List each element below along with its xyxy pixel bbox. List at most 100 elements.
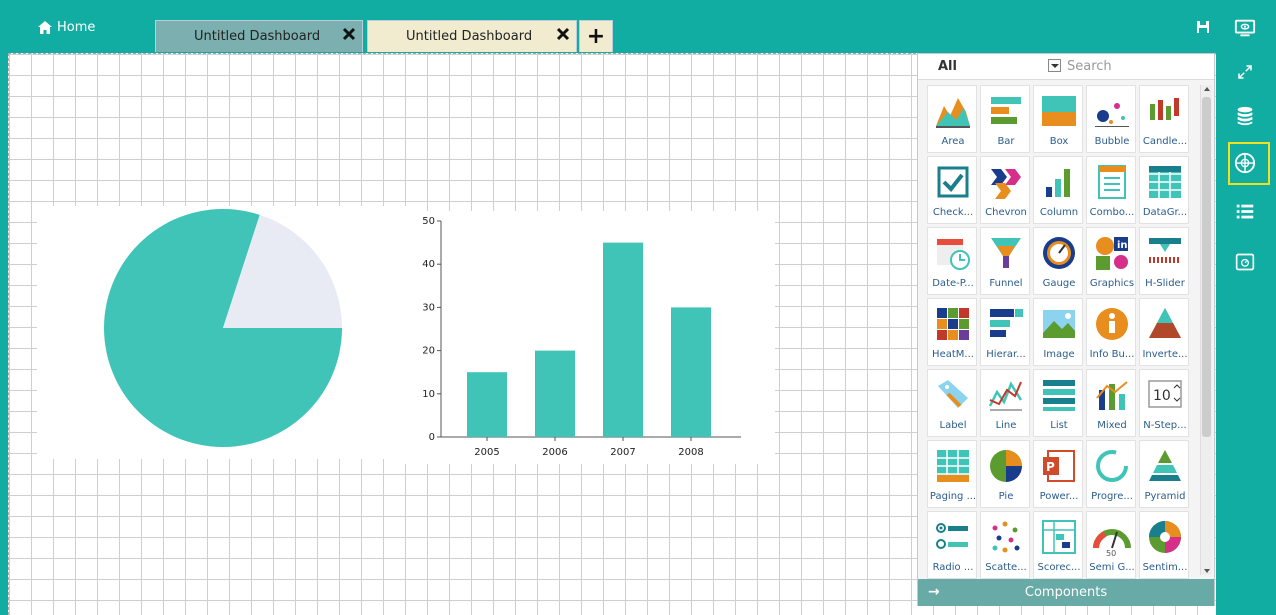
component-tile-info-bu[interactable]: Info Bu...: [1086, 298, 1136, 366]
add-tab-button[interactable]: +: [579, 20, 613, 52]
component-tile-image[interactable]: Image: [1033, 298, 1083, 366]
component-tile-datagr[interactable]: DataGr...: [1139, 156, 1189, 224]
bar[interactable]: [535, 350, 575, 437]
y-tick-label: 50: [422, 216, 435, 227]
component-tile-radio[interactable]: Radio ...: [927, 511, 977, 579]
x-tick-label: 2005: [474, 447, 499, 458]
svg-text:P: P: [1046, 460, 1055, 474]
component-tile-scorec[interactable]: Scorec...: [1033, 511, 1083, 579]
scroll-thumb[interactable]: [1202, 97, 1211, 437]
component-tile-list[interactable]: List: [1033, 369, 1083, 437]
component-tile-box[interactable]: Box: [1033, 85, 1083, 153]
check-icon: [937, 166, 969, 198]
scroll-up-icon[interactable]: [1204, 87, 1210, 91]
component-label: DataGr...: [1142, 207, 1188, 218]
close-icon[interactable]: [342, 27, 356, 41]
component-tile-mixed[interactable]: Mixed: [1086, 369, 1136, 437]
expand-icon[interactable]: [1233, 60, 1257, 84]
component-tile-sentim[interactable]: Sentim...: [1139, 511, 1189, 579]
component-label: Info Bu...: [1089, 349, 1135, 360]
y-tick-label: 30: [422, 302, 435, 313]
y-tick-label: 0: [429, 432, 435, 443]
component-label: Label: [939, 420, 967, 431]
component-tile-paging[interactable]: Paging ...: [927, 440, 977, 508]
component-tile-progre[interactable]: Progre...: [1086, 440, 1136, 508]
component-label: N-Step...: [1143, 420, 1187, 431]
components-icon[interactable]: [1233, 151, 1257, 175]
y-tick-label: 40: [422, 259, 435, 270]
bar[interactable]: [467, 372, 507, 437]
filter-dropdown-icon[interactable]: [1048, 59, 1061, 72]
filter-label[interactable]: All: [938, 59, 957, 74]
component-tile-bubble[interactable]: Bubble: [1086, 85, 1136, 153]
bar[interactable]: [671, 307, 711, 437]
component-tile-heatm[interactable]: HeatM...: [927, 298, 977, 366]
search-input[interactable]: Search: [1067, 59, 1112, 74]
line-icon: [988, 381, 1023, 411]
scorec-icon: [1042, 520, 1076, 554]
component-tile-area[interactable]: Area: [927, 85, 977, 153]
column-icon: [1046, 169, 1070, 197]
bar-chart-widget[interactable]: 0 10 20 30 40 50 2005 2006 2007 2008: [403, 211, 775, 464]
component-tile-chevron[interactable]: Chevron: [980, 156, 1030, 224]
component-label: Graphics: [1089, 278, 1135, 289]
database-icon[interactable]: [1233, 104, 1257, 128]
tab-label: Untitled Dashboard: [194, 29, 321, 44]
list-icon[interactable]: [1233, 200, 1257, 224]
component-tile-hierar[interactable]: Hierar...: [980, 298, 1030, 366]
preview-icon[interactable]: [1233, 16, 1257, 40]
component-tile-pie[interactable]: Pie: [980, 440, 1030, 508]
home-link[interactable]: Home: [38, 20, 95, 35]
box-icon: [1042, 96, 1076, 126]
component-label: Scatte...: [985, 562, 1027, 573]
funnel-icon: [991, 238, 1021, 268]
component-tile-graphics[interactable]: in Graphics: [1086, 227, 1136, 295]
component-tile-date-p[interactable]: Date-P...: [927, 227, 977, 295]
tab-dashboard-2[interactable]: Untitled Dashboard: [367, 20, 577, 52]
component-label: Sentim...: [1142, 562, 1188, 573]
radio-icon: [936, 523, 968, 549]
close-icon[interactable]: [556, 27, 570, 41]
top-bar: Home Untitled Dashboard Untitled Dashboa…: [0, 0, 1276, 52]
bar-chart: 0 10 20 30 40 50 2005 2006 2007 2008: [422, 216, 741, 458]
component-tile-h-slider[interactable]: H-Slider: [1139, 227, 1189, 295]
svg-text:50: 50: [1106, 549, 1116, 556]
widget-settings-icon[interactable]: [1233, 250, 1257, 274]
component-tile-funnel[interactable]: Funnel: [980, 227, 1030, 295]
component-label: Scorec...: [1037, 562, 1081, 573]
component-label: Combo...: [1089, 207, 1135, 218]
component-tile-n-step[interactable]: 10 N-Step...: [1139, 369, 1189, 437]
component-label: Date-P...: [932, 278, 974, 289]
scroll-down-icon[interactable]: [1204, 569, 1210, 573]
tab-dashboard-1[interactable]: Untitled Dashboard: [155, 20, 363, 52]
component-tile-gauge[interactable]: Gauge: [1033, 227, 1083, 295]
component-tile-bar[interactable]: Bar: [980, 85, 1030, 153]
pie-chart-widget[interactable]: [37, 206, 409, 459]
component-tile-semi-g[interactable]: 50 Semi G...: [1086, 511, 1136, 579]
component-label: List: [1050, 420, 1068, 431]
home-icon: [38, 21, 52, 34]
component-tile-pyramid[interactable]: Pyramid: [1139, 440, 1189, 508]
panel-header: All Search: [918, 54, 1214, 80]
component-grid: Area Bar Box Bubble Candle... Check... Chevron…: [927, 85, 1189, 580]
bar[interactable]: [603, 242, 643, 437]
component-tile-label[interactable]: Label: [927, 369, 977, 437]
scatte-icon: [992, 521, 1020, 553]
component-label: Mixed: [1097, 420, 1127, 431]
component-tile-combo[interactable]: Combo...: [1086, 156, 1136, 224]
component-tile-candle[interactable]: Candle...: [1139, 85, 1189, 153]
component-label: Column: [1039, 207, 1079, 218]
scrollbar[interactable]: [1200, 85, 1212, 575]
pie-chart: [104, 209, 342, 447]
component-tile-inverte[interactable]: Inverte...: [1139, 298, 1189, 366]
component-tile-line[interactable]: Line: [980, 369, 1030, 437]
component-label: Radio ...: [932, 562, 974, 573]
component-tile-check[interactable]: Check...: [927, 156, 977, 224]
component-label: Power...: [1039, 491, 1079, 502]
panel-footer[interactable]: → Components: [918, 579, 1214, 606]
component-tile-column[interactable]: Column: [1033, 156, 1083, 224]
gauge-icon: [1043, 237, 1075, 269]
component-tile-scatte[interactable]: Scatte...: [980, 511, 1030, 579]
component-tile-power[interactable]: P Power...: [1033, 440, 1083, 508]
save-icon[interactable]: [1196, 20, 1210, 34]
